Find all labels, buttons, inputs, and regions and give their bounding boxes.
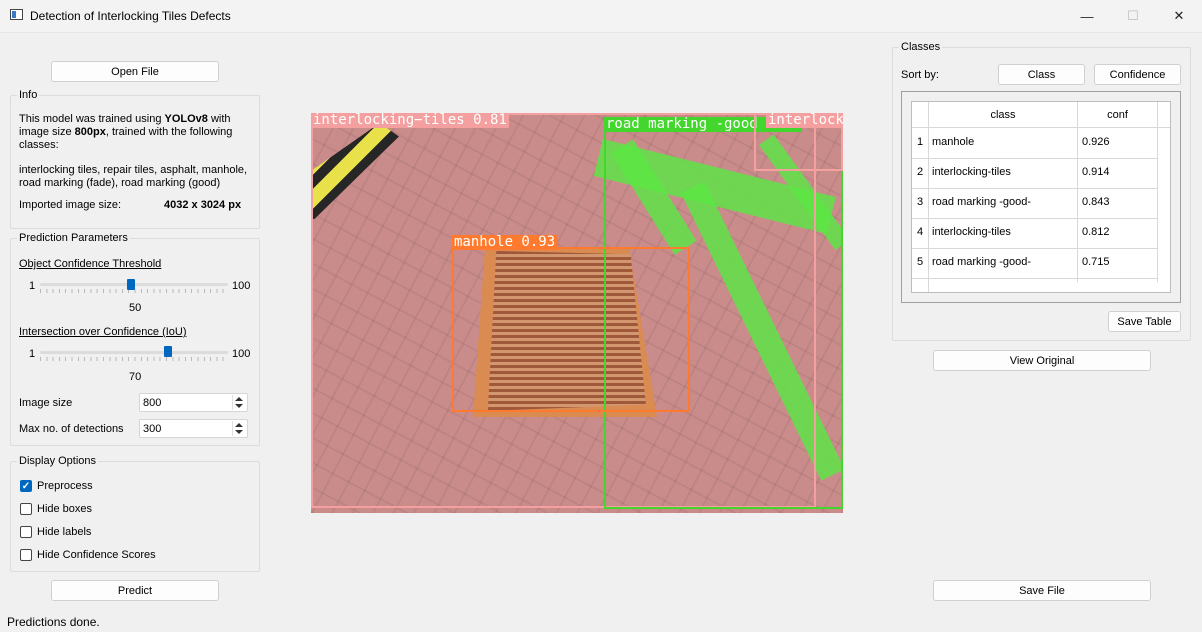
confidence-max-label: 100 — [232, 280, 251, 292]
spin-down-icon[interactable] — [235, 404, 243, 408]
prediction-image: interlocking−tiles 0.81 road marking -go… — [311, 113, 843, 513]
confidence-slider-handle[interactable] — [127, 279, 135, 290]
sort-confidence-button[interactable]: Confidence — [1094, 64, 1181, 85]
hide-confidence-label[interactable]: Hide Confidence Scores — [37, 549, 156, 562]
confidence-threshold-label: Object Confidence Threshold — [19, 258, 162, 270]
row-number: 3 — [916, 196, 924, 208]
info-classes-1: interlocking tiles, repair tiles, asphal… — [19, 164, 248, 176]
prediction-parameters-title: Prediction Parameters — [17, 232, 130, 244]
sort-by-label: Sort by: — [901, 69, 939, 81]
iou-value: 70 — [129, 371, 142, 383]
confidence-value: 50 — [129, 302, 142, 314]
max-detections-label: Max no. of detections — [19, 423, 124, 435]
info-group-title: Info — [17, 89, 40, 101]
spin-up-icon[interactable] — [235, 423, 243, 427]
hide-labels-label[interactable]: Hide labels — [37, 526, 91, 539]
imported-size-label: Imported image size: — [19, 199, 122, 211]
check-icon: ✓ — [21, 481, 31, 492]
sort-class-button[interactable]: Class — [998, 64, 1085, 85]
classes-title: Classes — [899, 41, 943, 53]
manhole-label: manhole 0.93 — [452, 234, 558, 250]
iou-max-label: 100 — [232, 348, 251, 360]
manhole-box — [452, 247, 690, 412]
row-number: 2 — [916, 166, 924, 178]
table-row[interactable]: 2 interlocking-tiles 0.914 — [912, 158, 1158, 189]
row-number: 5 — [916, 256, 924, 268]
max-detections-stepper[interactable] — [232, 421, 246, 436]
max-detections-spinbox[interactable]: 300 — [139, 419, 248, 438]
maximize-button[interactable]: ☐ — [1110, 0, 1156, 32]
row-class: interlocking-tiles — [932, 226, 1011, 238]
app-icon — [10, 9, 23, 20]
iou-slider-handle[interactable] — [164, 346, 172, 357]
info-classes-2: road marking (fade), road marking (good) — [19, 177, 221, 189]
image-size-label: Image size — [19, 397, 73, 409]
preprocess-label[interactable]: Preprocess — [37, 480, 93, 493]
image-size-value: 800 — [143, 397, 162, 409]
image-size-spinbox[interactable]: 800 — [139, 393, 248, 412]
row-conf: 0.926 — [1082, 136, 1110, 148]
table-row[interactable]: 1 manhole 0.926 — [912, 128, 1158, 159]
table-row[interactable]: 4 interlocking-tiles 0.812 — [912, 218, 1158, 249]
table-body: 1 manhole 0.926 2 interlocking-tiles 0.9… — [912, 128, 1158, 279]
table-header-class[interactable]: class — [929, 109, 1077, 121]
save-file-button[interactable]: Save File — [933, 580, 1151, 601]
row-conf: 0.843 — [1082, 196, 1110, 208]
save-table-button[interactable]: Save Table — [1108, 311, 1181, 332]
preprocess-checkbox[interactable]: ✓ — [20, 480, 32, 492]
hide-labels-checkbox[interactable] — [20, 526, 32, 538]
info-line-3: classes: — [19, 139, 59, 151]
row-conf: 0.914 — [1082, 166, 1110, 178]
row-class: road marking -good- — [932, 196, 1032, 208]
display-options-title: Display Options — [17, 455, 99, 467]
window-title: Detection of Interlocking Tiles Defects — [30, 9, 231, 23]
row-class: road marking -good- — [932, 256, 1032, 268]
view-original-button[interactable]: View Original — [933, 350, 1151, 371]
table-row[interactable]: 5 road marking -good- 0.715 — [912, 248, 1158, 279]
hide-boxes-label[interactable]: Hide boxes — [37, 503, 92, 516]
iou-ticks — [40, 357, 228, 361]
close-button[interactable]: ✕ — [1156, 0, 1202, 32]
classes-table: class conf 1 manhole 0.926 2 interlockin… — [911, 101, 1171, 293]
interlocking-tiles-label: interlocking−tiles 0.81 — [311, 113, 509, 128]
row-conf: 0.812 — [1082, 226, 1110, 238]
table-header-conf[interactable]: conf — [1078, 109, 1157, 121]
iou-label: Intersection over Confidence (IoU) — [19, 326, 187, 338]
title-bar: Detection of Interlocking Tiles Defects … — [0, 0, 1202, 33]
iou-slider[interactable] — [40, 351, 228, 354]
imported-size-value: 4032 x 3024 px — [164, 199, 242, 211]
status-bar-text: Predictions done. — [7, 615, 100, 629]
open-file-button[interactable]: Open File — [51, 61, 219, 82]
info-line-2: image size 800px, trained with the follo… — [19, 126, 233, 138]
info-line-1: This model was trained using YOLOv8 with — [19, 113, 231, 125]
confidence-min-label: 1 — [29, 280, 36, 292]
table-row[interactable]: 3 road marking -good- 0.843 — [912, 188, 1158, 219]
iou-min-label: 1 — [29, 348, 36, 360]
minimize-button[interactable]: — — [1064, 0, 1110, 32]
predict-button[interactable]: Predict — [51, 580, 219, 601]
hide-boxes-checkbox[interactable] — [20, 503, 32, 515]
max-detections-value: 300 — [143, 423, 162, 435]
image-size-stepper[interactable] — [232, 395, 246, 410]
spin-down-icon[interactable] — [235, 430, 243, 434]
hide-confidence-checkbox[interactable] — [20, 549, 32, 561]
interlocking-tiles-label-right: interlockin — [766, 113, 843, 128]
row-conf: 0.715 — [1082, 256, 1110, 268]
row-class: interlocking-tiles — [932, 166, 1011, 178]
row-number: 1 — [916, 136, 924, 148]
row-number: 4 — [916, 226, 924, 238]
spin-up-icon[interactable] — [235, 397, 243, 401]
row-class: manhole — [932, 136, 975, 148]
